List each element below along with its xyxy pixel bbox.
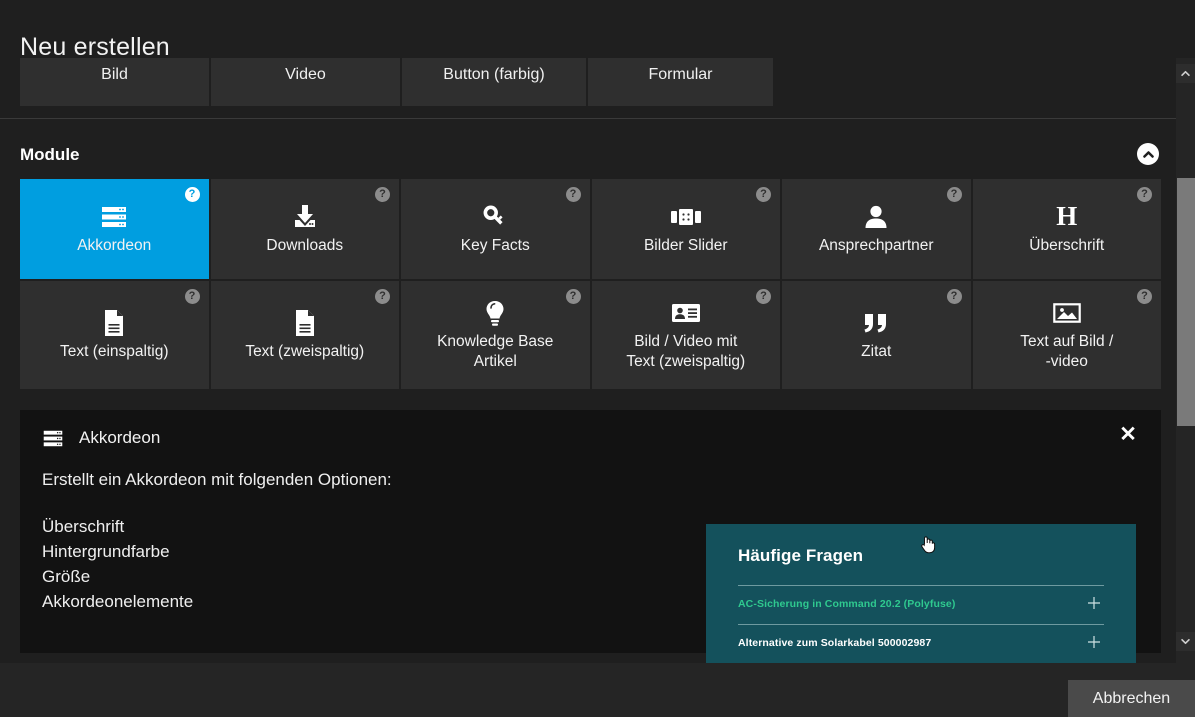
preview-accordion-item[interactable]: AC-Sicherung in Command 20.2 (Polyfuse) bbox=[738, 585, 1104, 624]
content-type-bild[interactable]: Bild bbox=[20, 58, 209, 106]
detail-option: Hintergrundfarbe bbox=[42, 542, 170, 561]
detail-title: Akkordeon bbox=[79, 428, 161, 447]
download-icon bbox=[291, 200, 319, 234]
module-tile-text-einspaltig[interactable]: ? Text (einspaltig) bbox=[20, 281, 209, 389]
dialog-footer: Abbrechen bbox=[0, 663, 1195, 717]
module-detail-panel: Akkordeon ✕ Erstellt ein Akkordeon mit f… bbox=[20, 410, 1161, 663]
detail-body: Erstellt ein Akkordeon mit folgenden Opt… bbox=[42, 470, 682, 614]
module-tile-label: Text auf Bild / -video bbox=[1020, 332, 1114, 370]
content-type-label: Video bbox=[285, 66, 326, 83]
module-tile-downloads[interactable]: ? Downloads bbox=[210, 179, 399, 279]
content-type-button-farbig[interactable]: Button (farbig) bbox=[402, 58, 586, 106]
module-tile-bild-video-mit-text[interactable]: ? Bild / Video mit Text (zweispaltig) bbox=[591, 281, 780, 389]
accordion-preview: Häufige Fragen AC-Sicherung in Command 2… bbox=[706, 524, 1136, 663]
heading-h-icon: H bbox=[1056, 201, 1078, 232]
slider-icon bbox=[670, 200, 701, 234]
module-tile-ueberschrift[interactable]: ? H Überschrift bbox=[972, 179, 1161, 279]
section-title: Module bbox=[20, 145, 80, 164]
help-icon[interactable]: ? bbox=[184, 187, 200, 202]
detail-header: Akkordeon bbox=[42, 428, 160, 448]
chevron-down-icon bbox=[1181, 638, 1190, 645]
module-tile-label: Zitat bbox=[861, 342, 892, 360]
plus-icon[interactable] bbox=[1086, 595, 1102, 611]
module-tile-label: Key Facts bbox=[460, 236, 530, 254]
content-type-label: Bild bbox=[101, 66, 128, 83]
cancel-button[interactable]: Abbrechen bbox=[1068, 680, 1195, 717]
module-tile-akkordeon[interactable]: ? Akkordeon bbox=[20, 179, 209, 279]
module-tile-label: Ansprechpartner bbox=[818, 236, 934, 254]
help-icon[interactable]: ? bbox=[375, 187, 390, 202]
content-type-row: Bild Video Button (farbig) Formular bbox=[20, 58, 773, 106]
detail-option: Akkordeonelemente bbox=[42, 592, 194, 611]
scrollbar-thumb[interactable] bbox=[1177, 178, 1195, 426]
module-tile-label: Text (zweispaltig) bbox=[245, 342, 365, 360]
module-tile-label: Bild / Video mit Text (zweispaltig) bbox=[626, 332, 746, 370]
person-icon bbox=[864, 200, 888, 234]
help-icon[interactable]: ? bbox=[946, 289, 962, 304]
module-tile-bilder-slider[interactable]: ? Bilder Slider bbox=[591, 179, 780, 279]
image-frame-icon bbox=[1052, 296, 1081, 330]
module-tile-label: Akkordeon bbox=[77, 236, 152, 254]
help-icon[interactable]: ? bbox=[756, 289, 771, 304]
preview-accordion-label: Alternative zum Solarkabel 500002987 bbox=[738, 637, 932, 649]
help-icon[interactable]: ? bbox=[565, 289, 581, 304]
help-icon[interactable]: ? bbox=[1137, 187, 1152, 202]
document-icon bbox=[294, 306, 316, 340]
content-type-video[interactable]: Video bbox=[211, 58, 400, 106]
module-tile-label: Knowledge Base Artikel bbox=[437, 332, 554, 370]
key-icon bbox=[482, 200, 508, 234]
detail-lead-text: Erstellt ein Akkordeon mit folgenden Opt… bbox=[42, 470, 392, 489]
preview-title: Häufige Fragen bbox=[738, 546, 864, 565]
help-icon[interactable]: ? bbox=[946, 187, 962, 202]
detail-option: Größe bbox=[42, 567, 91, 586]
detail-option: Überschrift bbox=[42, 517, 125, 536]
plus-icon[interactable] bbox=[1086, 634, 1102, 650]
preview-accordion-item[interactable]: Alternative zum Solarkabel 500002987 bbox=[738, 624, 1104, 663]
preview-accordion-label: AC-Sicherung in Command 20.2 (Polyfuse) bbox=[738, 598, 956, 610]
help-icon[interactable]: ? bbox=[1137, 289, 1152, 304]
accordion-icon bbox=[100, 200, 128, 234]
content-type-label: Button (farbig) bbox=[443, 66, 545, 83]
chevron-up-icon bbox=[1142, 150, 1154, 158]
module-tile-text-auf-bild-video[interactable]: ? Text auf Bild / -video bbox=[972, 281, 1161, 389]
module-tile-label: Bilder Slider bbox=[643, 236, 728, 254]
accordion-icon bbox=[42, 430, 64, 447]
module-grid: ? Akkordeon ? Downloads ? Key Facts ? Bi… bbox=[20, 179, 1161, 389]
module-tile-zitat[interactable]: ? Zitat bbox=[782, 281, 971, 389]
vertical-scrollbar[interactable] bbox=[1176, 58, 1195, 663]
help-icon[interactable]: ? bbox=[756, 187, 771, 202]
help-icon[interactable]: ? bbox=[565, 187, 581, 202]
document-icon bbox=[103, 306, 125, 340]
close-icon[interactable]: ✕ bbox=[1115, 422, 1141, 448]
collapse-section-button[interactable] bbox=[1137, 143, 1159, 165]
lightbulb-icon bbox=[484, 296, 506, 330]
content-type-label: Formular bbox=[648, 66, 713, 83]
create-new-dialog: Neu erstellen Bild Video Button (farbig)… bbox=[0, 0, 1195, 717]
quote-icon bbox=[862, 306, 890, 340]
module-tile-ansprechpartner[interactable]: ? Ansprechpartner bbox=[782, 179, 971, 279]
scroll-down-button[interactable] bbox=[1176, 632, 1195, 651]
scroll-up-button[interactable] bbox=[1176, 64, 1195, 83]
module-tile-label: Text (einspaltig) bbox=[59, 342, 169, 360]
module-tile-key-facts[interactable]: ? Key Facts bbox=[401, 179, 590, 279]
page-title: Neu erstellen bbox=[20, 32, 170, 61]
scroll-viewport: Bild Video Button (farbig) Formular Modu… bbox=[0, 58, 1176, 663]
content-type-formular[interactable]: Formular bbox=[588, 58, 773, 106]
module-tile-text-zweispaltig[interactable]: ? Text (zweispaltig) bbox=[210, 281, 399, 389]
help-icon[interactable]: ? bbox=[184, 289, 200, 304]
id-card-icon bbox=[671, 296, 701, 330]
module-tile-label: Überschrift bbox=[1029, 236, 1105, 254]
help-icon[interactable]: ? bbox=[375, 289, 390, 304]
module-section-header: Module bbox=[0, 118, 1176, 168]
module-tile-knowledge-base-artikel[interactable]: ? Knowledge Base Artikel bbox=[401, 281, 590, 389]
chevron-up-icon bbox=[1181, 70, 1190, 77]
module-tile-label: Downloads bbox=[266, 236, 344, 254]
